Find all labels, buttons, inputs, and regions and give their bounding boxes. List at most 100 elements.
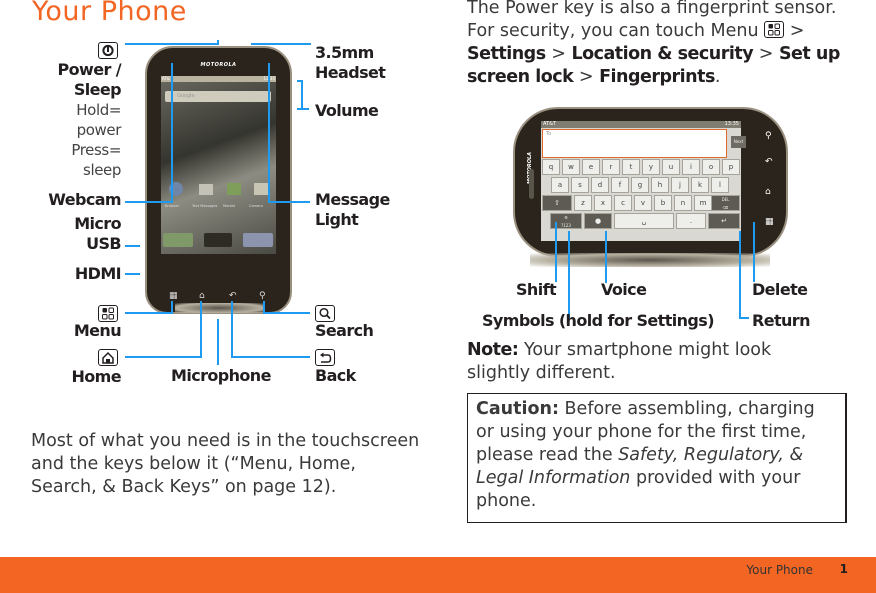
carrier-label: AT&T xyxy=(543,121,557,127)
usb-label: USB xyxy=(86,234,122,253)
home-key-icon: ⌂ xyxy=(765,187,771,197)
fingerprint-line1: The Power key is also a fingerprint sens… xyxy=(467,0,837,18)
back-key-icon: ↶ xyxy=(765,157,773,167)
key-x: x xyxy=(594,195,612,211)
clock-label: 13:35 xyxy=(724,121,739,127)
period: . xyxy=(714,67,721,87)
sleep-label: sleep xyxy=(83,161,121,179)
callout-line-hdmi xyxy=(125,273,140,275)
side-key xyxy=(529,169,534,199)
messages-icon xyxy=(199,184,213,195)
note-paragraph: Note: Your smartphone might look slightl… xyxy=(467,339,827,385)
webcam-label: Webcam xyxy=(48,190,121,209)
shift-label: Shift xyxy=(516,280,557,299)
step-settings: Settings xyxy=(467,44,546,64)
key-s: s xyxy=(571,177,589,193)
key-a: a xyxy=(551,177,569,193)
search-placeholder: Google xyxy=(177,93,195,99)
voice-key: ● xyxy=(584,213,612,229)
market-icon xyxy=(227,183,241,195)
hold-label: Hold= xyxy=(76,101,121,119)
key-g: g xyxy=(631,177,649,193)
key-m: m xyxy=(694,195,712,211)
menu-instruction: For security, you can touch Menu xyxy=(467,21,759,41)
phone-screen: AT&T 13:35 Google Browser Text Messages … xyxy=(161,76,276,254)
caution-box: Caution: Before assembling, charging or … xyxy=(467,393,847,523)
page-number: 1 xyxy=(839,562,848,576)
key-q: q xyxy=(542,159,560,175)
shift-key: ⇧ xyxy=(542,195,572,211)
separator: > xyxy=(551,44,566,64)
home-key-icon: ⌂ xyxy=(199,291,205,301)
app-labels: Browser Text Messages Market Camera xyxy=(165,204,273,212)
status-bar: AT&T 13:35 xyxy=(541,121,741,128)
callout-line-return xyxy=(739,231,741,319)
headset-line2: Headset xyxy=(315,63,386,82)
search-icon xyxy=(315,305,335,322)
callout-line-webcam xyxy=(171,63,173,203)
period-key: . xyxy=(676,213,706,229)
menu-icon xyxy=(764,21,785,38)
callout-line-voice xyxy=(605,231,607,283)
space-key: ␣ xyxy=(614,213,674,229)
settings-path: Settings > Location & security > Set up … xyxy=(467,43,867,89)
callout-line-power xyxy=(125,43,217,45)
hdmi-label: HDMI xyxy=(74,264,122,283)
key-t: t xyxy=(622,159,640,175)
keyboard-row: ⇧ DEL ⌫ zxcvbnm xyxy=(541,195,741,212)
caution-text: Caution: Before assembling, charging or … xyxy=(476,398,836,513)
separator: > xyxy=(789,21,805,41)
key-j: j xyxy=(671,177,689,193)
footer-bar: Your Phone 1 xyxy=(0,557,876,593)
keyboard-row: ⚙ ?123 ● ␣ . ↵ xyxy=(541,213,741,230)
key-o: o xyxy=(702,159,720,175)
launcher-dock-icon xyxy=(204,233,232,247)
keyboard-row: qwertyuiop xyxy=(541,159,741,176)
voice-label: Voice xyxy=(601,280,647,299)
key-e: e xyxy=(582,159,600,175)
camera-icon xyxy=(254,183,268,195)
callout-line-back xyxy=(231,356,310,358)
key-n: n xyxy=(674,195,692,211)
next-button: Next xyxy=(731,136,746,148)
intro-paragraph: Most of what you need is in the touchscr… xyxy=(31,431,420,497)
status-bar: AT&T 13:35 xyxy=(161,76,276,82)
callout-line-volume xyxy=(297,108,309,110)
menu-key-icon: ▦ xyxy=(765,217,774,227)
note-label: Note: xyxy=(467,340,519,360)
power-sleep-label: Power / Sleep Hold= power Press= sleep xyxy=(30,60,122,180)
del-label: DEL xyxy=(721,197,730,202)
headset-line1: 3.5mm xyxy=(315,43,374,62)
app-label: Market xyxy=(223,204,236,208)
keyboard-row: asdfghjkl xyxy=(541,177,741,194)
key-k: k xyxy=(691,177,709,193)
home-label: Home xyxy=(71,367,121,386)
callout-line-webcam xyxy=(125,201,173,203)
callout-line-volume xyxy=(297,80,302,82)
key-d: d xyxy=(591,177,609,193)
callout-line-delete xyxy=(753,222,755,282)
callout-line-search xyxy=(263,312,310,314)
callout-line-shift xyxy=(555,222,557,282)
contacts-dock-icon xyxy=(243,233,273,247)
power-sleep-line1: Power / xyxy=(57,60,122,79)
headset-label: 3.5mm Headset xyxy=(315,43,386,83)
app-label: Browser xyxy=(165,204,180,208)
menu-label: Menu xyxy=(73,321,122,340)
key-r: r xyxy=(602,159,620,175)
menu-key-icon: ▦ xyxy=(169,291,178,301)
separator: > xyxy=(758,44,774,64)
callout-line-volume xyxy=(301,80,303,110)
phone-screen: AT&T 13:35 To Next qwertyuiop asdfghjkl … xyxy=(541,121,746,241)
message-light-label: Message Light xyxy=(315,190,390,230)
return-key: ↵ xyxy=(708,213,740,229)
key-c: c xyxy=(614,195,632,211)
micro-usb-label: Micro USB xyxy=(20,214,121,254)
callout-line-message xyxy=(268,63,270,203)
phone-base-shadow xyxy=(175,303,263,313)
key-u: u xyxy=(662,159,680,175)
phone-dock-icon xyxy=(163,233,193,247)
app-label: Text Messages xyxy=(192,204,218,208)
press-label: Press= xyxy=(71,141,121,159)
fingerprint-line2: For security, you can touch Menu > xyxy=(467,20,867,43)
